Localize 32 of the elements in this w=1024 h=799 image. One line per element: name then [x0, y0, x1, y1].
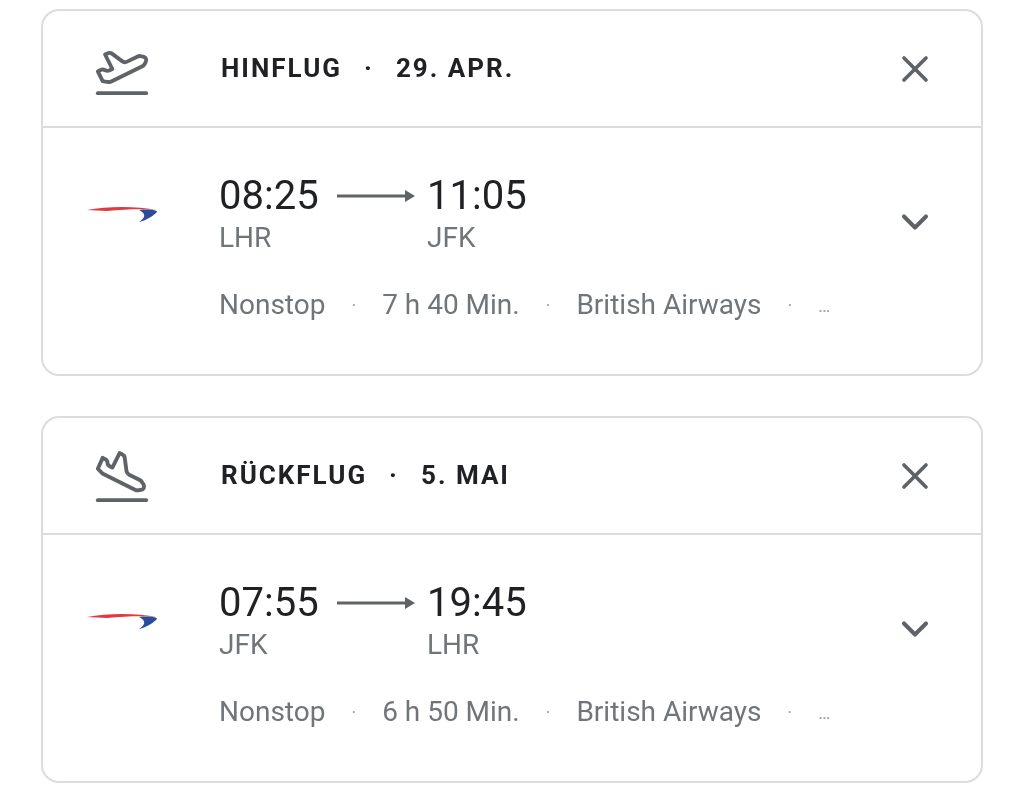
- arrival-time: 11:05: [427, 172, 527, 220]
- departure-time: 07:55: [219, 579, 320, 627]
- flight-detail: British Airways: [576, 287, 762, 323]
- origin-airport: JFK: [219, 627, 269, 663]
- separator: ·: [364, 52, 374, 85]
- flight-detail: …: [818, 700, 831, 725]
- arrow-icon: [337, 189, 417, 203]
- origin-airport: LHR: [219, 220, 273, 256]
- flight-direction: HINFLUG: [221, 52, 343, 85]
- flight-detail: 7 h 40 Min.: [382, 287, 520, 323]
- flight-direction: RÜCKFLUG: [221, 459, 368, 492]
- flight-detail: ·: [545, 700, 551, 725]
- departure-time: 08:25: [219, 172, 320, 220]
- flight-date: 5. MAI: [420, 459, 510, 492]
- flight-detail: British Airways: [576, 694, 762, 730]
- flight-detail: Nonstop: [219, 694, 326, 730]
- arrival-time: 19:45: [427, 579, 527, 627]
- destination-airport: LHR: [427, 627, 480, 663]
- flight-detail: ·: [787, 293, 793, 318]
- destination-airport: JFK: [427, 220, 476, 256]
- arrow-icon: [337, 596, 417, 610]
- flight-detail: ·: [351, 293, 357, 318]
- flight-date: 29. APR.: [395, 52, 515, 85]
- airline-logo-icon: [87, 611, 159, 631]
- flight-detail: Nonstop: [219, 287, 326, 323]
- flight-detail: …: [818, 293, 831, 318]
- flight-detail: ·: [351, 700, 357, 725]
- flight-detail: 6 h 50 Min.: [382, 694, 520, 730]
- separator: ·: [389, 459, 399, 492]
- flight-detail: ·: [545, 293, 551, 318]
- airline-logo-icon: [87, 204, 159, 224]
- flight-detail: ·: [787, 700, 793, 725]
